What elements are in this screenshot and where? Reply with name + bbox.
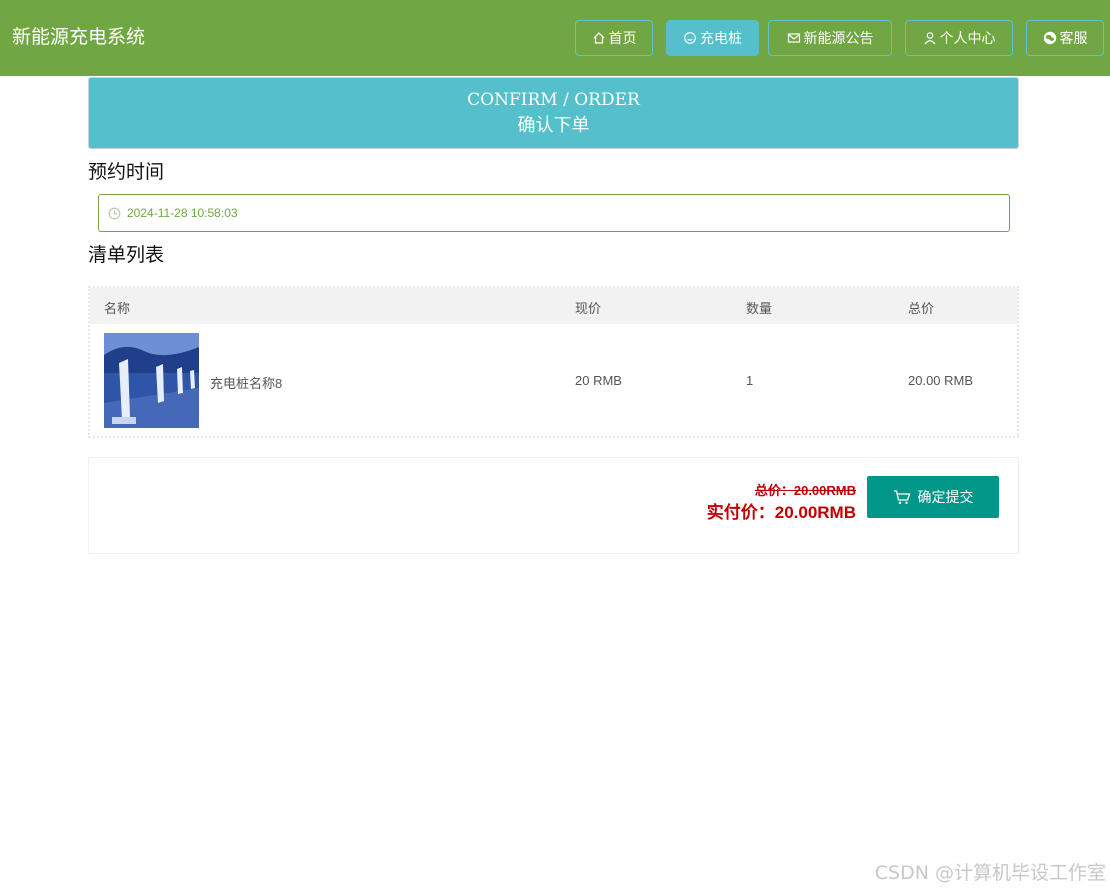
reservation-time-input[interactable]: 2024-11-28 10:58:03	[98, 194, 1010, 232]
csdn-watermark: CSDN @计算机毕设工作室	[874, 862, 1106, 884]
order-table: 名称 现价 数量 总价 充电桩名称8 20 RMB 1 20.00 RMB	[88, 286, 1019, 438]
smile-icon	[684, 32, 696, 44]
banner-title-en: CONFIRM / ORDER	[467, 90, 640, 110]
item-quantity: 1	[746, 373, 754, 388]
cart-icon	[893, 490, 910, 504]
nav-charging-pile-label: 充电桩	[700, 31, 742, 47]
nav-customer-service-label: 客服	[1059, 31, 1088, 47]
reservation-time-heading: 预约时间	[88, 161, 165, 183]
pay-amount: 实付价：20.00RMB	[706, 503, 856, 522]
table-row: 充电桩名称8 20 RMB 1 20.00 RMB	[90, 324, 1017, 436]
nav-customer-service[interactable]: 客服	[1026, 20, 1104, 56]
order-summary: 总价：20.00RMB 实付价：20.00RMB 确定提交	[88, 457, 1019, 554]
column-header-name: 名称	[104, 301, 131, 316]
nav-home[interactable]: 首页	[575, 20, 653, 56]
app-title: 新能源充电系统	[12, 26, 146, 48]
nav-personal-center[interactable]: 个人中心	[905, 20, 1013, 56]
reservation-time-value: 2024-11-28 10:58:03	[127, 206, 238, 220]
charging-pile-thumbnail	[104, 333, 199, 428]
home-icon	[593, 32, 604, 44]
confirm-order-banner: CONFIRM / ORDER 确认下单	[88, 77, 1019, 149]
banner-title-cn: 确认下单	[517, 115, 590, 136]
nav-announcements[interactable]: 新能源公告	[768, 20, 892, 56]
column-header-total: 总价	[908, 301, 935, 316]
table-header: 名称 现价 数量 总价	[90, 288, 1017, 324]
mail-icon	[787, 33, 800, 43]
nav-charging-pile[interactable]: 充电桩	[666, 20, 759, 56]
user-icon	[924, 32, 935, 45]
nav-home-label: 首页	[608, 31, 637, 47]
item-price: 20 RMB	[575, 373, 622, 388]
confirm-submit-label: 确定提交	[917, 490, 974, 506]
order-list-heading: 清单列表	[88, 244, 165, 266]
nav-personal-center-label: 个人中心	[939, 31, 996, 47]
item-name: 充电桩名称8	[210, 376, 283, 391]
clock-icon	[108, 207, 121, 219]
confirm-submit-button[interactable]: 确定提交	[867, 476, 999, 518]
nav-announcements-label: 新能源公告	[803, 31, 874, 47]
wechat-icon	[1043, 31, 1056, 45]
column-header-quantity: 数量	[746, 301, 773, 316]
original-total: 总价：20.00RMB	[754, 483, 856, 498]
item-total: 20.00 RMB	[908, 373, 974, 388]
column-header-price: 现价	[575, 301, 602, 316]
top-navbar: 新能源充电系统 首页 充电桩 新能源公告 个人中心 客服	[0, 0, 1110, 76]
